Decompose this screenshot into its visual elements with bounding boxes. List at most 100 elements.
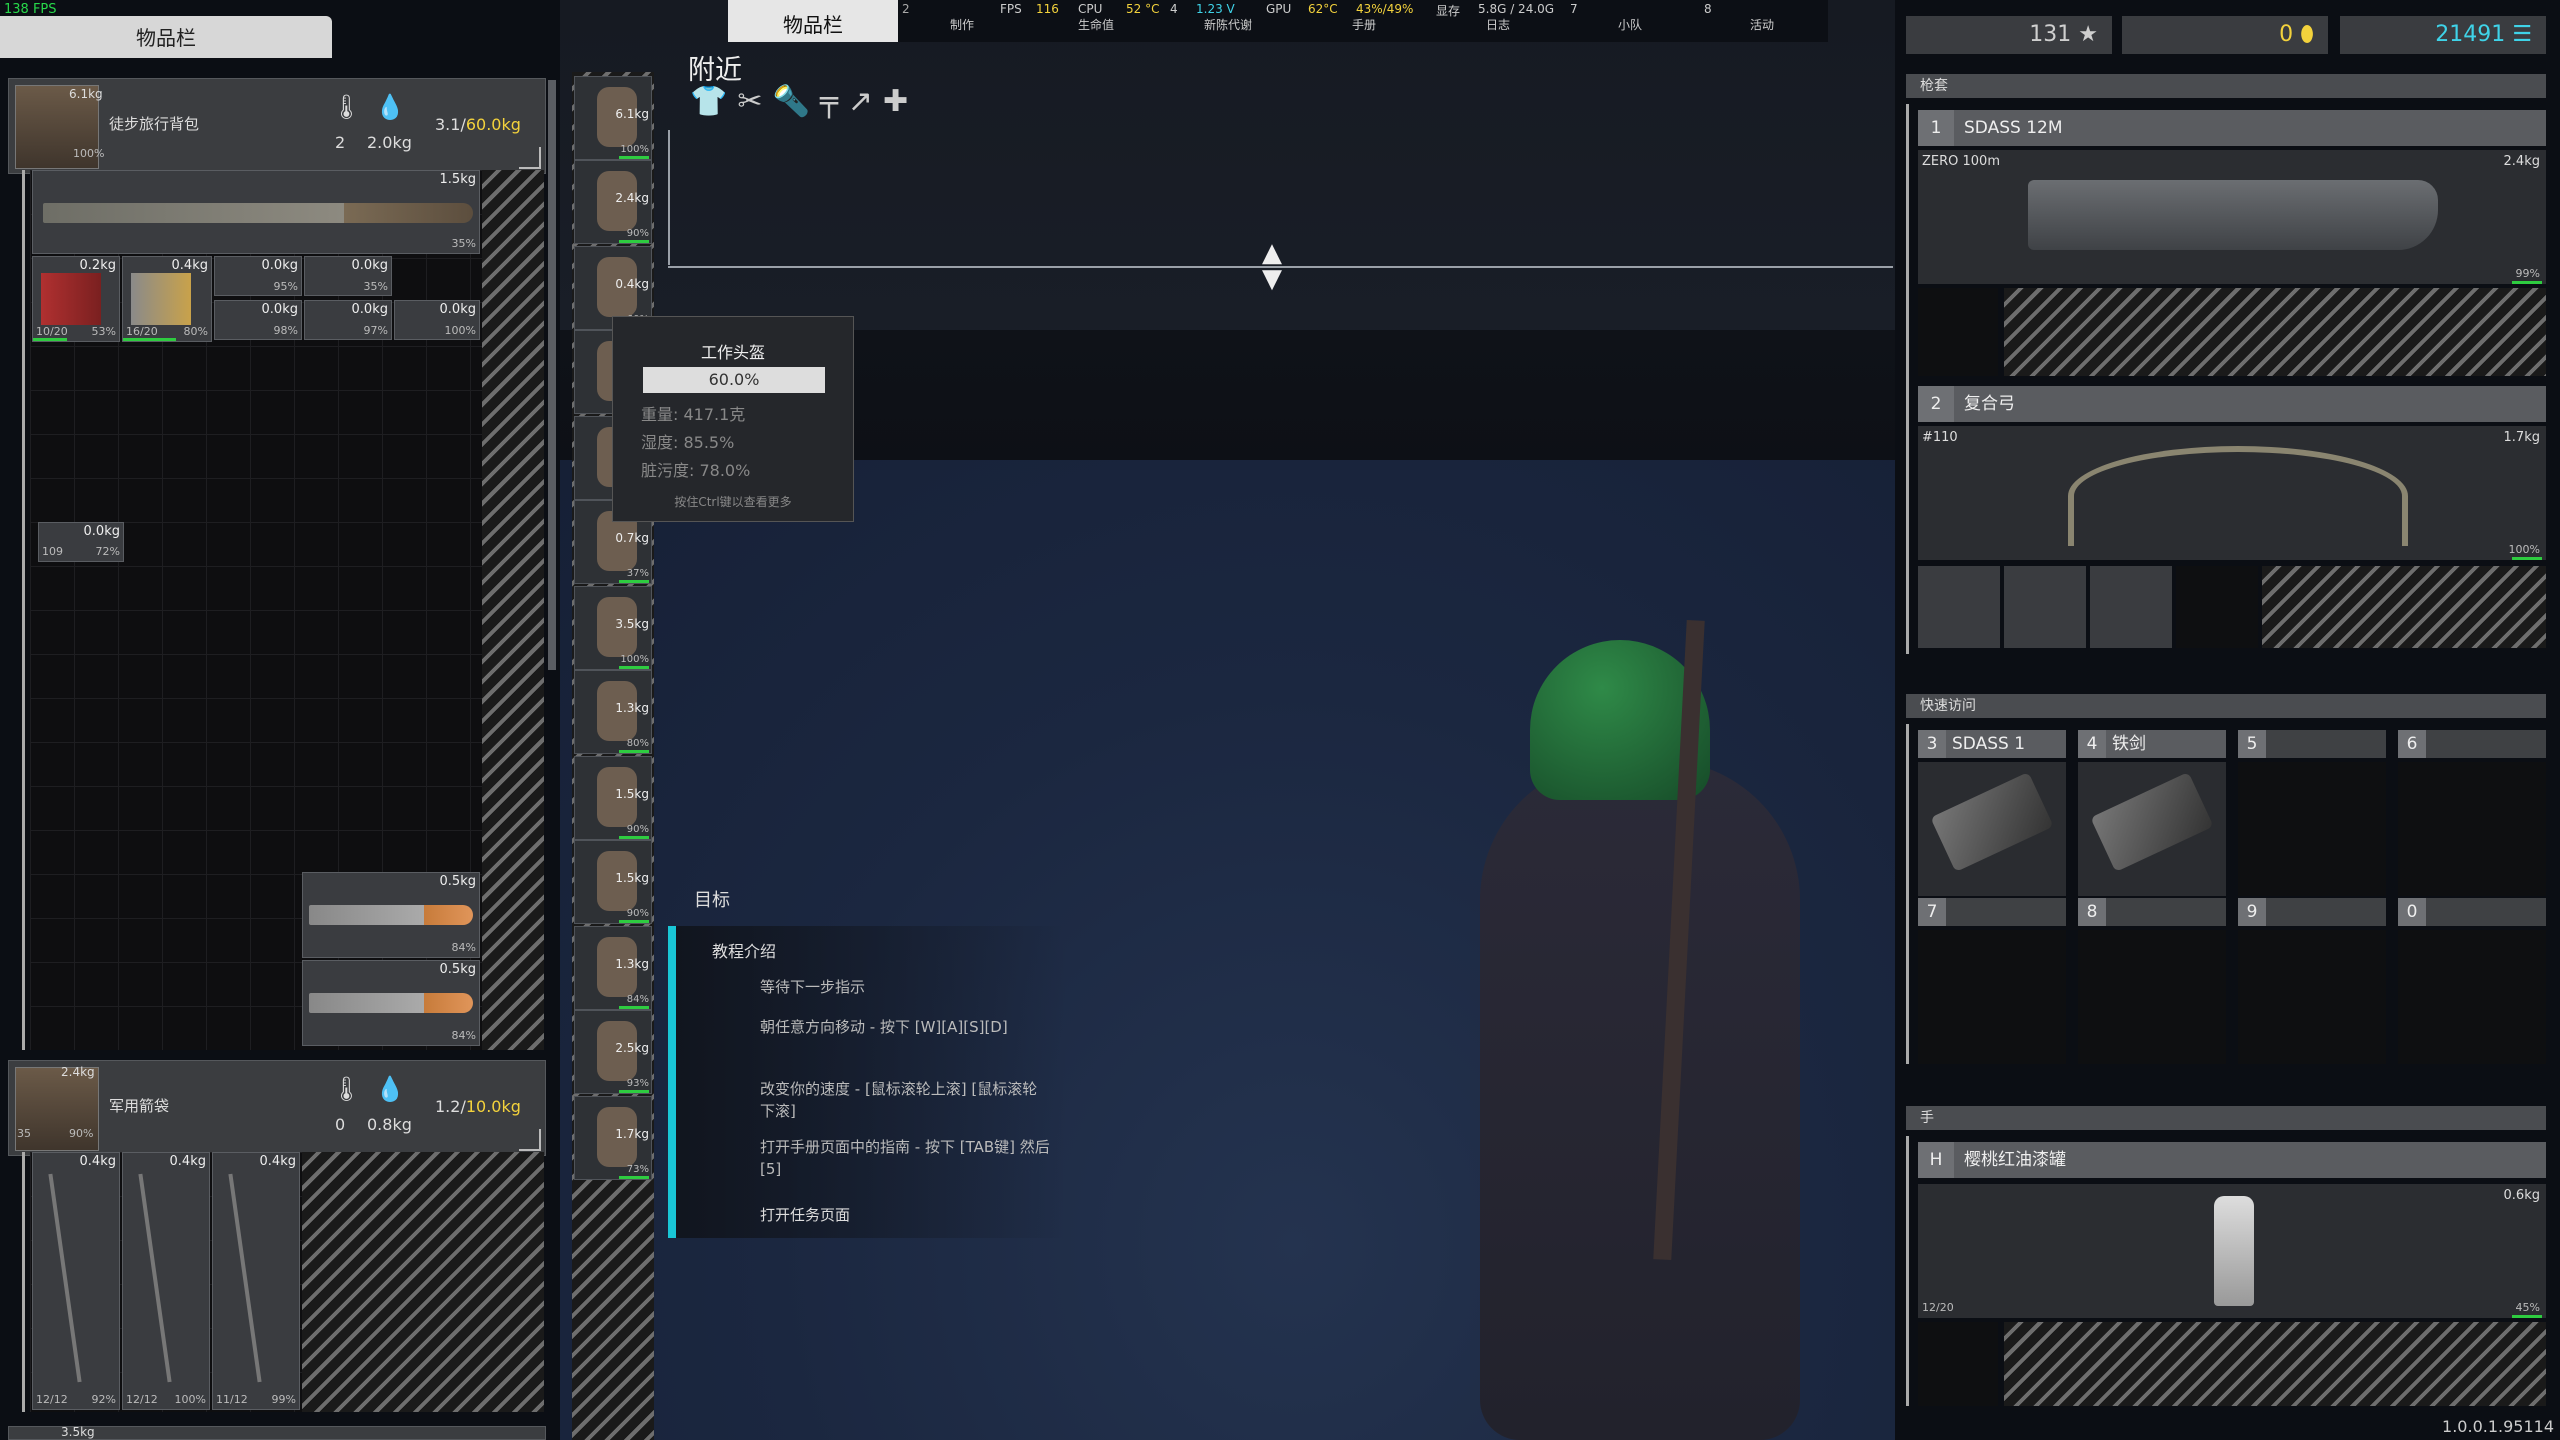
weapon-1-attachment-slot[interactable]	[1918, 288, 1998, 376]
quick-slot-3-header[interactable]: 3 SDASS 1	[1918, 730, 2066, 758]
quick-slot-3[interactable]	[1918, 762, 2066, 896]
small-item-3[interactable]: 0.0kg 95%	[214, 256, 302, 296]
quick-slot-0[interactable]	[2398, 930, 2546, 1064]
equipment-slot[interactable]: 1.7kg 73%	[574, 1096, 652, 1180]
objective-line: 等待下一步指示	[760, 978, 866, 996]
quiver-capacity-used: 1.2/	[435, 1097, 466, 1116]
knife-item-1[interactable]: 0.5kg 84%	[302, 872, 480, 958]
quick-slot-number: 9	[2238, 898, 2266, 926]
backpack-header[interactable]: 6.1kg 100% 徒步旅行背包 🌡 2 💧 2.0kg 3.1/60.0kg	[8, 78, 546, 174]
weapon-slot-2[interactable]: #110 1.7kg 100%	[1918, 426, 2546, 560]
tab-team[interactable]: 小队	[1618, 16, 1642, 33]
hand-slot[interactable]: 0.6kg 12/20 45%	[1918, 1184, 2546, 1318]
gpu-temp: 62°C	[1308, 2, 1338, 16]
version-label: 1.0.0.1.95114	[2442, 1417, 2554, 1436]
arrow-item-1[interactable]: 0.4kg 12/12 92%	[32, 1152, 120, 1410]
equipment-slot-weight: 6.1kg	[615, 107, 649, 121]
small-item-6[interactable]: 0.0kg 97%	[304, 300, 392, 340]
quick-slot-0-header[interactable]: 0	[2398, 898, 2546, 926]
small-item-5[interactable]: 0.0kg 98%	[214, 300, 302, 340]
equipment-slot-weight: 1.7kg	[615, 1127, 649, 1141]
objective-line[interactable]: 打开任务页面	[760, 1204, 1050, 1226]
bow-empty-attachment[interactable]	[2176, 566, 2258, 648]
thermometer-icon: 🌡	[331, 1075, 362, 1103]
weapon-slot-1-header[interactable]: 1 SDASS 12M	[1918, 110, 2546, 146]
quick-slot-number: 5	[2238, 730, 2266, 758]
fps-counter: 138 FPS	[4, 2, 57, 17]
machete-item[interactable]: 1.5kg 35%	[32, 170, 480, 254]
quick-slot-item-icon	[2090, 771, 2214, 873]
quick-slot-4[interactable]	[2078, 762, 2226, 896]
hand-attachment-slot[interactable]	[1918, 1322, 1998, 1406]
arrow-item-3[interactable]: 0.4kg 11/12 99%	[212, 1152, 300, 1410]
arrow-3-count: 11/12	[216, 1393, 248, 1406]
equipment-slot[interactable]: 1.5kg 90%	[574, 756, 652, 840]
equipment-slot[interactable]: 6.1kg 100%	[574, 76, 652, 160]
hand-item-count: 12/20	[1922, 1301, 1954, 1314]
tab-inventory-left[interactable]: 物品栏	[0, 16, 332, 58]
equipment-slot[interactable]: 2.4kg 90%	[574, 160, 652, 244]
equipment-slot[interactable]: 1.3kg 80%	[574, 670, 652, 754]
weapon-slot-1-number: 1	[1918, 110, 1954, 146]
tab-craft[interactable]: 制作	[950, 16, 974, 33]
weapon-slot-2-header[interactable]: 2 复合弓	[1918, 386, 2546, 422]
knife-item-2[interactable]: 0.5kg 84%	[302, 960, 480, 1046]
next-container-header[interactable]: 3.5kg	[8, 1425, 546, 1440]
bow-stabilizer-attachment[interactable]	[2004, 566, 2086, 648]
equipment-slot[interactable]: 1.5kg 90%	[574, 840, 652, 924]
bow-sight-attachment[interactable]	[2090, 566, 2172, 648]
quick-slot-5[interactable]	[2238, 762, 2386, 896]
quick-slot-7[interactable]	[1918, 930, 2066, 1064]
ammo-box-item[interactable]: 0.4kg 16/20 80%	[122, 256, 212, 342]
tab-activity[interactable]: 活动	[1750, 16, 1774, 33]
weapon-slot-1[interactable]: ZERO 100m 2.4kg 99%	[1918, 150, 2546, 284]
equipment-slot[interactable]: 3.5kg 100%	[574, 586, 652, 670]
tab-metabolism[interactable]: 新陈代谢	[1204, 16, 1252, 33]
tab-manual[interactable]: 手册	[1352, 16, 1376, 33]
shotgun-shells-item[interactable]: 0.2kg 10/20 53%	[32, 256, 120, 342]
resize-handle[interactable]	[519, 1129, 541, 1151]
small-item-4[interactable]: 0.0kg 35%	[304, 256, 392, 296]
quick-slot-9[interactable]	[2238, 930, 2386, 1064]
quick-slot-9-header[interactable]: 9	[2238, 898, 2386, 926]
objectives-accent	[668, 926, 676, 1238]
tab-vitals[interactable]: 生命值	[1078, 16, 1114, 33]
backpack-bracket	[22, 170, 25, 1050]
nearby-filter-icons[interactable]: 👕✂🔦╤↗✚	[690, 84, 918, 119]
machete-icon	[43, 203, 473, 223]
resize-arrows-icon[interactable]: ▲ ▼	[1262, 240, 1282, 292]
quick-slot-7-header[interactable]: 7	[1918, 898, 2066, 926]
quick-slot-8[interactable]	[2078, 930, 2226, 1064]
equipment-slot-condition: 84%	[626, 994, 649, 1005]
objective-line: 朝任意方向移动 - 按下 [W][A][S][D]	[760, 1018, 1008, 1036]
quick-slot-8-header[interactable]: 8	[2078, 898, 2226, 926]
quiver-header[interactable]: 2.4kg 35 90% 军用箭袋 🌡 0 💧 0.8kg 1.2/10.0kg	[8, 1060, 546, 1156]
cpu-temp: 52 °C	[1126, 2, 1160, 16]
quick-slot-5-header[interactable]: 5	[2238, 730, 2386, 758]
small-item-7[interactable]: 0.0kg 100%	[394, 300, 480, 340]
equipment-slot[interactable]: 1.3kg 84%	[574, 926, 652, 1010]
small-item-4-weight: 0.0kg	[351, 258, 388, 273]
hand-key: H	[1918, 1142, 1954, 1178]
small-item-4-condition: 35%	[363, 280, 388, 293]
equipment-slot-bar	[619, 836, 649, 839]
equipment-slot-condition: 100%	[620, 144, 649, 155]
quick-slot-6-header[interactable]: 6	[2398, 730, 2546, 758]
arrow-item-2[interactable]: 0.4kg 12/12 100%	[122, 1152, 210, 1410]
quiver-condition: 90%	[69, 1127, 94, 1140]
bow-arrow-attachment[interactable]	[1918, 566, 2000, 648]
knife-2-condition: 84%	[451, 1029, 476, 1042]
quick-slot-6[interactable]	[2398, 762, 2546, 896]
resize-handle[interactable]	[519, 147, 541, 169]
ammo-weight: 0.4kg	[171, 258, 208, 273]
backpack-scrollbar[interactable]	[548, 80, 556, 670]
equipment-slot[interactable]: 2.5kg 93%	[574, 1010, 652, 1094]
small-item-7-condition: 100%	[444, 324, 476, 337]
quick-access-bracket	[1906, 724, 1909, 1064]
equipment-slot-condition: 37%	[626, 568, 649, 579]
tab-inventory[interactable]: 物品栏	[728, 0, 898, 42]
rag-item[interactable]: 0.0kg 109 72%	[38, 522, 124, 562]
tab-log[interactable]: 日志	[1486, 16, 1510, 33]
hand-slot-header[interactable]: H 樱桃红油漆罐	[1918, 1142, 2546, 1178]
quick-slot-4-header[interactable]: 4 铁剑	[2078, 730, 2226, 758]
